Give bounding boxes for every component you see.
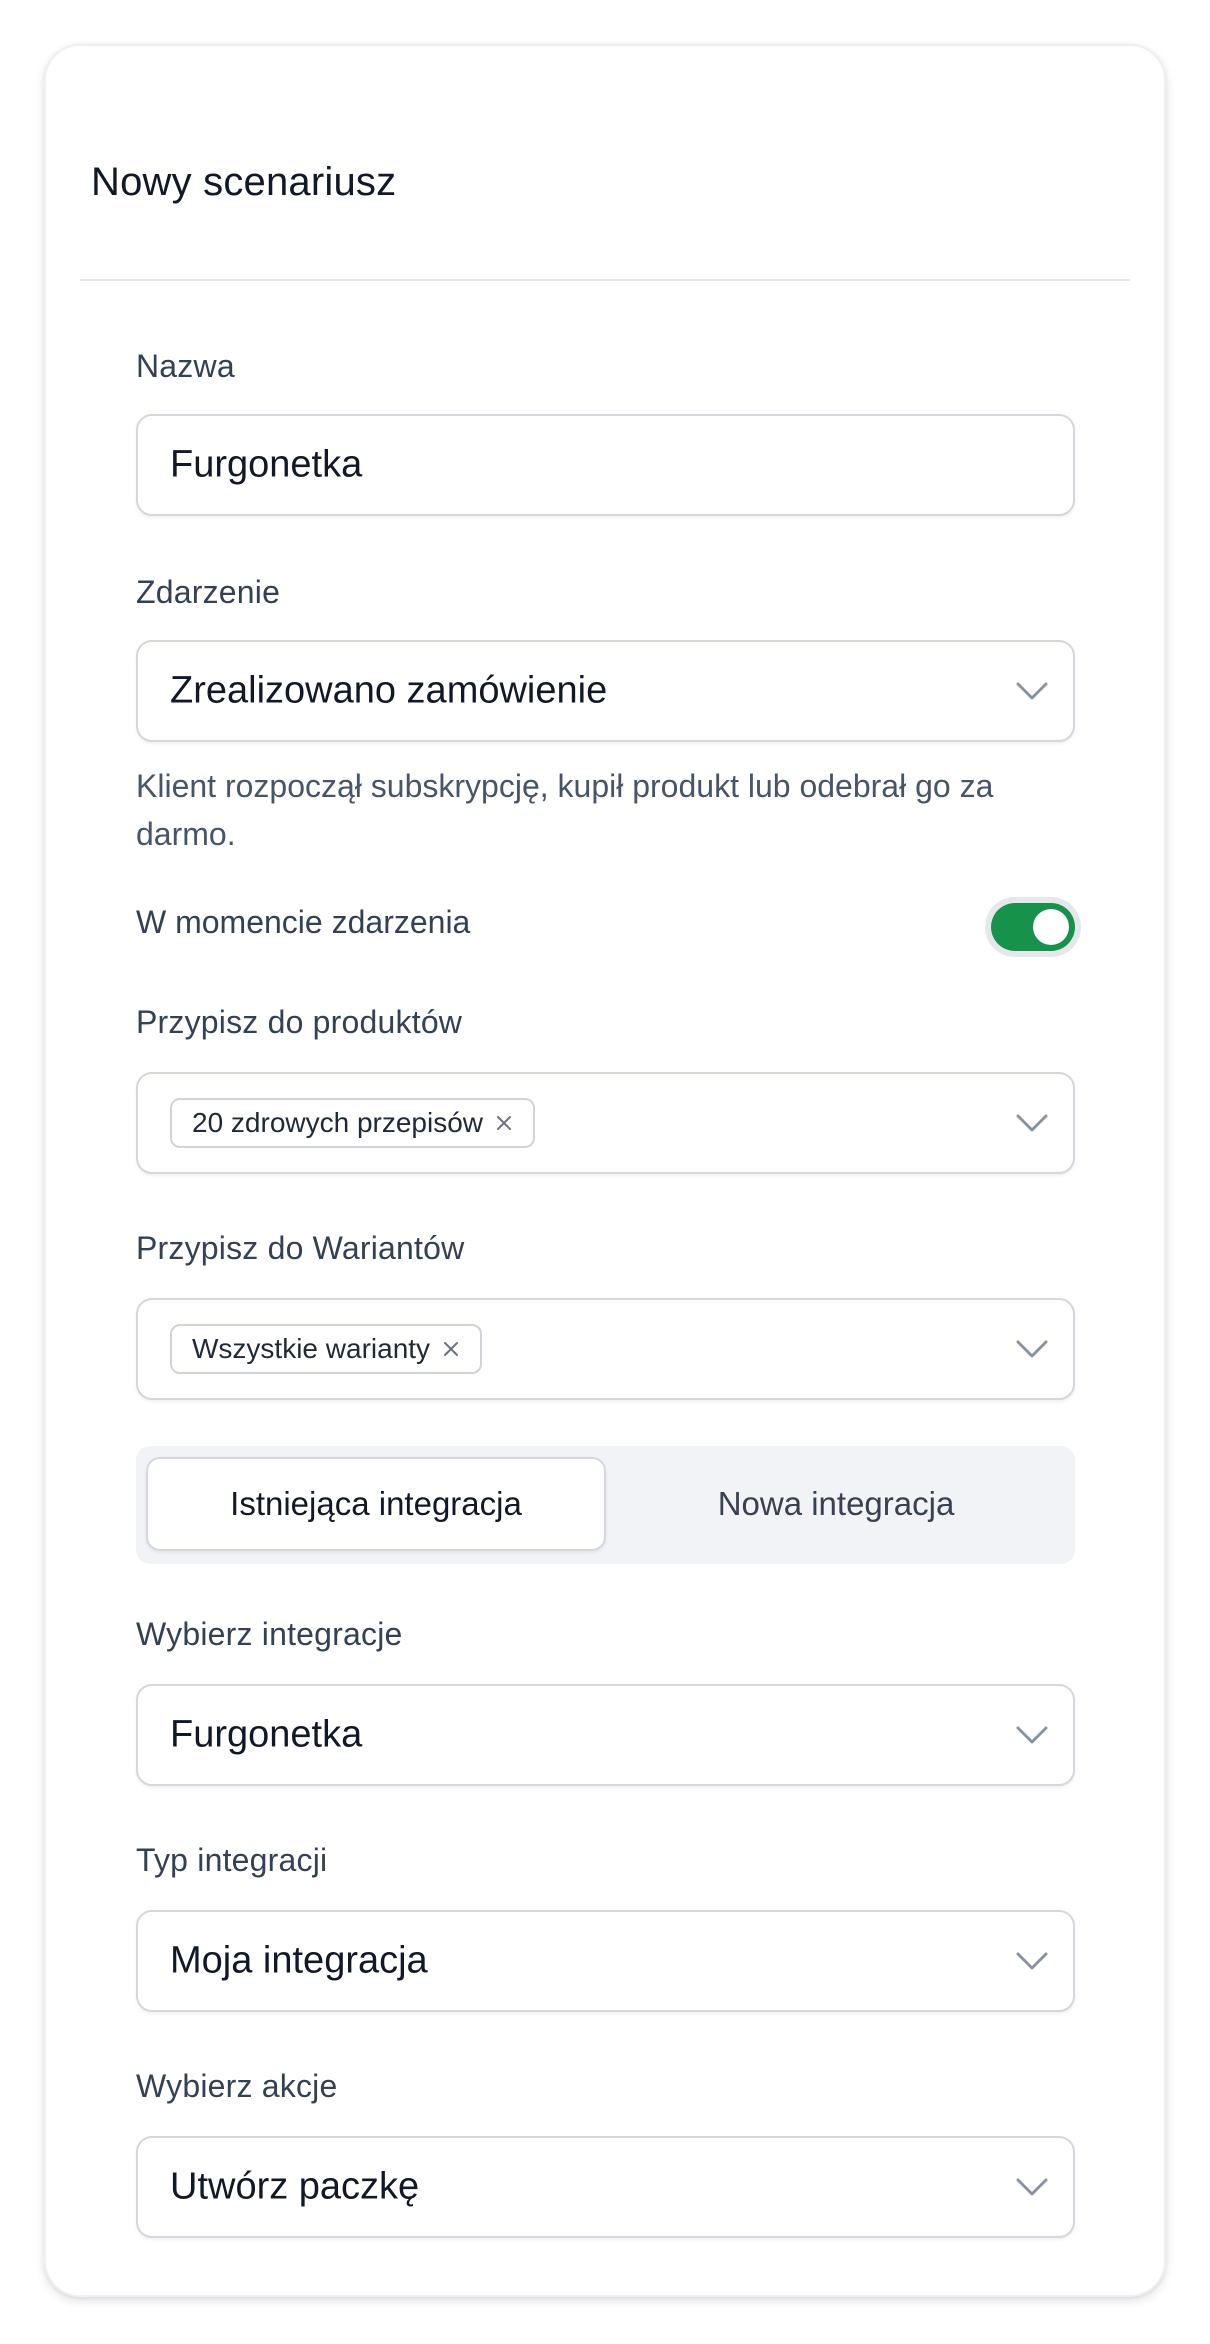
event-select[interactable]: Zrealizowano zamówienie [136, 640, 1075, 742]
action-label: Wybierz akcje [136, 2068, 338, 2104]
name-input[interactable]: Furgonetka [136, 414, 1075, 516]
chevron-down-icon [1016, 1726, 1048, 1744]
product-tag-label: 20 zdrowych przepisów [192, 1107, 484, 1138]
variants-label: Przypisz do Wariantów [136, 1230, 465, 1266]
event-label: Zdarzenie [136, 574, 281, 610]
product-tag: 20 zdrowych przepisów [170, 1098, 536, 1148]
integration-select[interactable]: Furgonetka [136, 1684, 1075, 1786]
close-icon[interactable] [442, 1340, 460, 1358]
variant-tag-label: Wszystkie warianty [192, 1333, 431, 1364]
integration-type-label: Typ integracji [136, 1842, 328, 1878]
chevron-down-icon [1016, 2178, 1048, 2196]
tab-existing-integration[interactable]: Istniejąca integracja [146, 1457, 606, 1551]
products-select[interactable]: 20 zdrowych przepisów [136, 1072, 1075, 1174]
close-icon[interactable] [495, 1114, 513, 1132]
name-input-value: Furgonetka [170, 443, 363, 486]
header-divider [80, 279, 1130, 281]
variants-select[interactable]: Wszystkie warianty [136, 1298, 1075, 1400]
chevron-down-icon [1016, 1340, 1048, 1358]
action-select-value: Utwórz paczkę [170, 2165, 420, 2208]
variant-tag: Wszystkie warianty [170, 1324, 483, 1374]
chevron-down-icon [1016, 682, 1048, 700]
toggle-knob [1033, 909, 1069, 945]
integration-select-value: Furgonetka [170, 1713, 363, 1756]
chevron-down-icon [1016, 1952, 1048, 1970]
integration-label: Wybierz integracje [136, 1616, 403, 1652]
event-helper-text: Klient rozpoczął subskrypcję, kupił prod… [136, 768, 994, 852]
event-select-value: Zrealizowano zamówienie [170, 669, 608, 712]
on-event-toggle[interactable] [985, 897, 1081, 957]
tab-new-integration[interactable]: Nowa integracja [606, 1457, 1066, 1551]
integration-mode-tabs: Istniejąca integracja Nowa integracja [136, 1446, 1075, 1564]
chevron-down-icon [1016, 1114, 1048, 1132]
integration-type-value: Moja integracja [170, 1939, 428, 1982]
name-label: Nazwa [136, 348, 235, 384]
integration-type-select[interactable]: Moja integracja [136, 1910, 1075, 2012]
action-select[interactable]: Utwórz paczkę [136, 2136, 1075, 2238]
dialog-title: Nowy scenariusz [91, 160, 397, 204]
on-event-toggle-label: W momencie zdarzenia [136, 904, 471, 940]
products-label: Przypisz do produktów [136, 1004, 463, 1040]
toggle-track [991, 903, 1075, 951]
